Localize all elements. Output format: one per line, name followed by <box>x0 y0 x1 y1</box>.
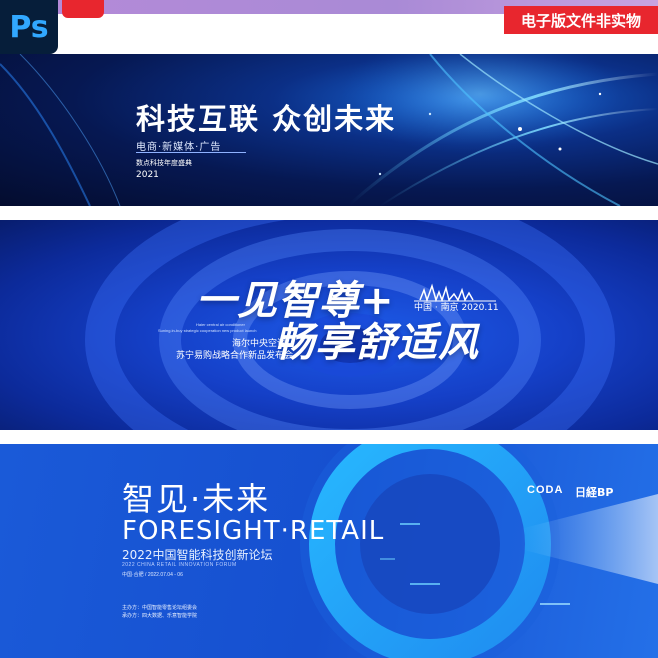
banner2-english-line1: Haier central air conditioner <box>196 322 245 327</box>
banner2-english-line2: Suning.in-buy strategic cooperation new … <box>158 328 257 333</box>
banner3-title: 智见·未来 <box>122 480 271 518</box>
banner3-english-title: FORESIGHT·RETAIL <box>122 516 385 546</box>
photoshop-logo: Ps <box>0 0 58 54</box>
banner3-co-organizer: 承办方：四大数据、乐意智能学院 <box>122 613 198 619</box>
banner3-organizer: 主办方：中国智能零售论坛组委会 <box>122 605 198 611</box>
banner3-ring-graphic <box>300 444 658 658</box>
separator-2 <box>0 430 658 444</box>
banner1-subtitle2: 数点科技年度盛典 <box>136 159 192 167</box>
banner2-title-line2: 畅享舒适风 <box>274 320 479 366</box>
separator-1 <box>0 206 658 220</box>
coda-logo: CODA <box>527 484 564 496</box>
banner2-launch-text: 苏宁易购战略合作新品发布会 <box>176 351 294 361</box>
banner1-subtitle: 电商·新媒体·广告 <box>136 142 222 153</box>
banner1-divider <box>136 152 246 153</box>
banner3-place-date: 中国·合肥 / 2022.07.04 - 06 <box>122 572 183 578</box>
banner-haier-launch: 一见智尊+ 畅享舒适风 中国 · 南京 2020.11 Haier centra… <box>0 220 658 430</box>
banner2-location-date: 中国 · 南京 2020.11 <box>414 303 499 313</box>
nikkei-bp-logo: 日経BP <box>575 486 614 499</box>
ps-logo-text: Ps <box>9 9 49 45</box>
notice-badge: 电子版文件非实物 <box>504 6 658 34</box>
banner1-year: 2021 <box>136 170 159 180</box>
banner-foresight-retail: 智见·未来 FORESIGHT·RETAIL 2022中国智能科技创新论坛 20… <box>0 444 658 658</box>
red-tab-mark <box>62 0 104 18</box>
banner3-forum-english: 2022 CHINA RETAIL INNOVATION FORUM <box>122 562 237 568</box>
banner-tech-connect: 科技互联 众创未来 电商·新媒体·广告 数点科技年度盛典 2021 <box>0 54 658 206</box>
banner1-title: 科技互联 众创未来 <box>136 102 397 136</box>
banner3-forum-name: 2022中国智能科技创新论坛 <box>122 548 273 562</box>
